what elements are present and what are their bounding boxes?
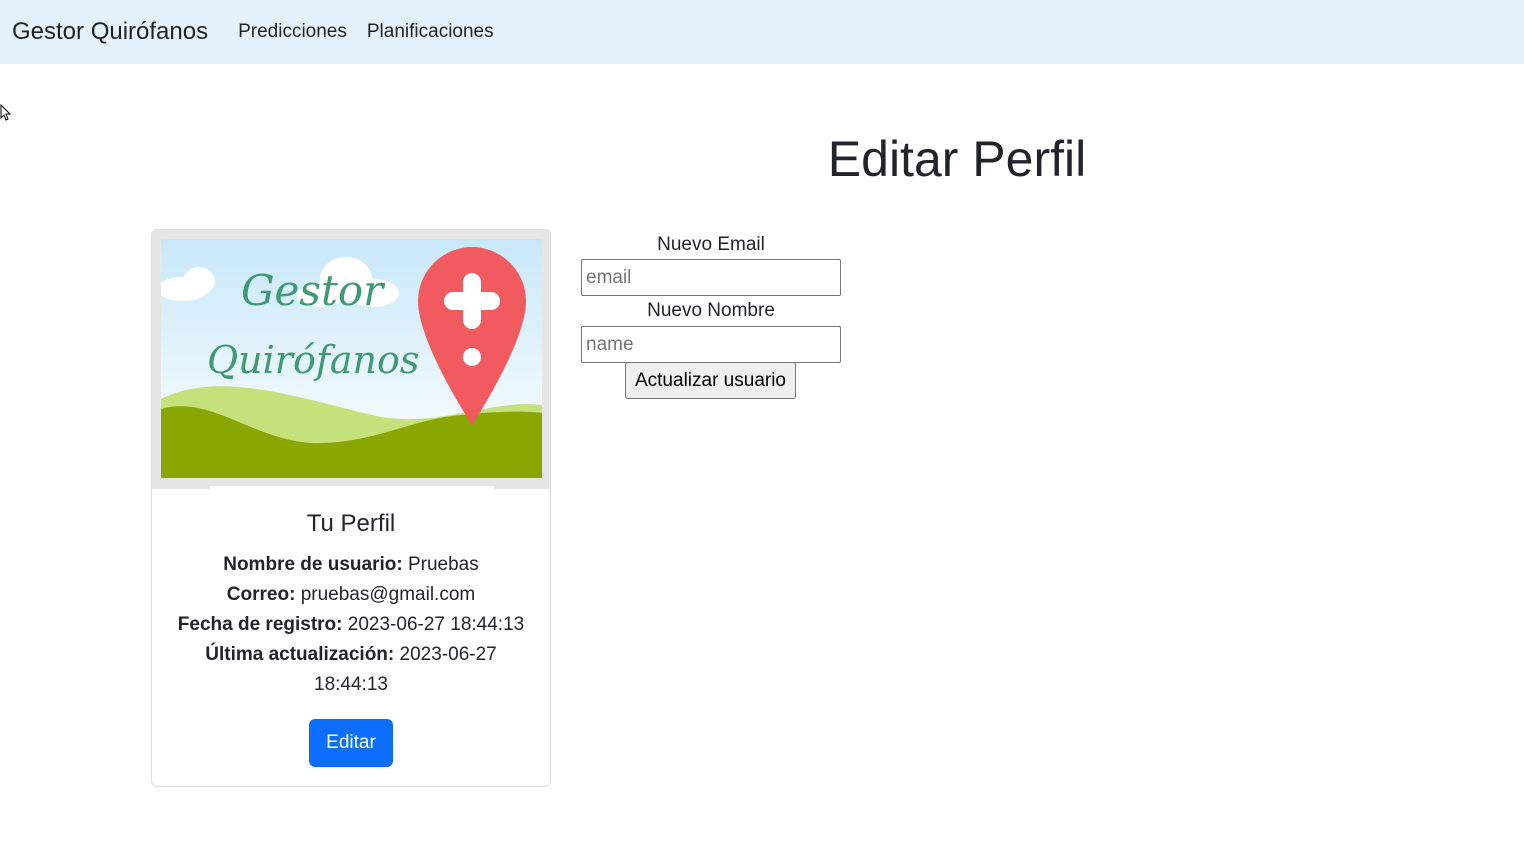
gestor-quirofanos-logo: Gestor Quirófanos bbox=[161, 239, 542, 478]
registered-row: Fecha de registro: 2023-06-27 18:44:13 bbox=[166, 610, 536, 640]
page-title: Editar Perfil bbox=[827, 131, 1087, 187]
profile-card: Gestor Quirófanos Tu Perfil Nombre de us… bbox=[151, 229, 551, 787]
card-title: Tu Perfil bbox=[306, 510, 396, 537]
profile-card-image: Gestor Quirófanos bbox=[152, 230, 550, 490]
navbar: Gestor Quirófanos Predicciones Planifica… bbox=[0, 0, 1524, 64]
mouse-cursor-icon bbox=[0, 104, 12, 121]
new-email-label: Nuevo Email bbox=[657, 234, 765, 255]
updated-label: Última actualización: bbox=[205, 644, 395, 665]
new-email-input[interactable] bbox=[581, 259, 841, 296]
updated-value-time: 18:44:13 bbox=[314, 674, 388, 695]
new-name-input[interactable] bbox=[581, 326, 841, 363]
email-value: pruebas@gmail.com bbox=[300, 584, 476, 605]
updated-row-cont: 18:44:13 bbox=[166, 670, 536, 700]
registered-value: 2023-06-27 18:44:13 bbox=[347, 614, 525, 635]
updated-value: 2023-06-27 bbox=[399, 644, 497, 665]
navbar-brand[interactable]: Gestor Quirófanos bbox=[12, 18, 208, 46]
nav-link-predicciones[interactable]: Predicciones bbox=[238, 21, 347, 43]
nav-link-planificaciones[interactable]: Planificaciones bbox=[367, 21, 494, 43]
new-name-label: Nuevo Nombre bbox=[647, 300, 775, 321]
username-value: Pruebas bbox=[407, 554, 479, 575]
update-user-button[interactable]: Actualizar usuario bbox=[625, 362, 796, 399]
updated-row: Última actualización: 2023-06-27 bbox=[166, 640, 536, 670]
registered-label: Fecha de registro: bbox=[177, 614, 343, 635]
edit-button[interactable]: Editar bbox=[309, 719, 393, 767]
logo-text-line1: Gestor bbox=[241, 266, 386, 315]
username-row: Nombre de usuario: Pruebas bbox=[166, 550, 536, 580]
logo-text-line2: Quirófanos bbox=[207, 338, 419, 382]
username-label: Nombre de usuario: bbox=[223, 554, 403, 575]
email-label: Correo: bbox=[226, 584, 296, 605]
email-row: Correo: pruebas@gmail.com bbox=[166, 580, 536, 610]
